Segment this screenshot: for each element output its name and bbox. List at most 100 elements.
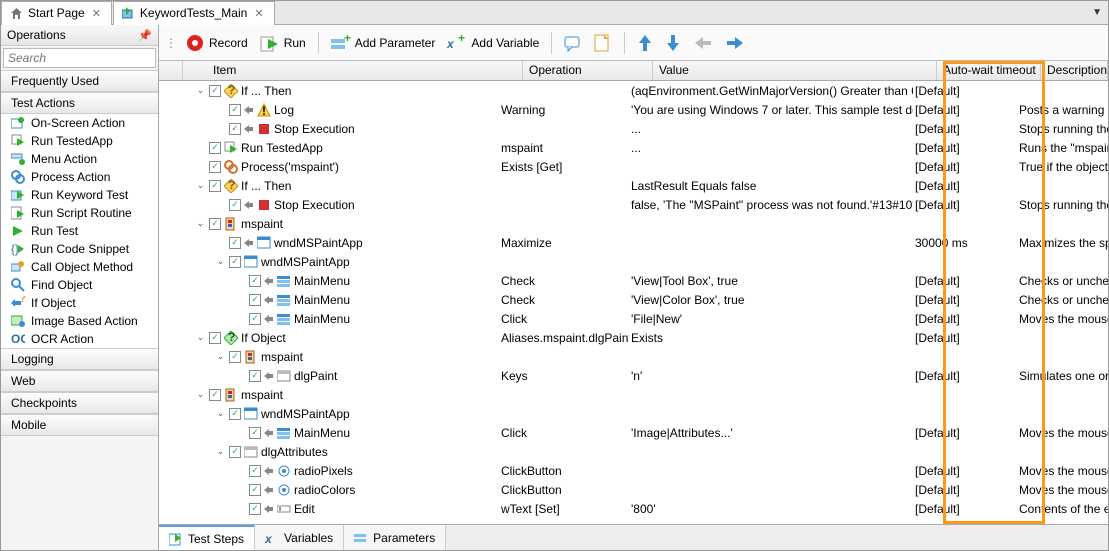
table-row[interactable]: ⌄✓wndMSPaintApp	[159, 404, 1108, 423]
op-item[interactable]: Call Object Method	[1, 258, 158, 276]
op-item[interactable]: ?If Object	[1, 294, 158, 312]
op-item[interactable]: Menu Action	[1, 150, 158, 168]
tab-test-steps[interactable]: Test Steps	[159, 525, 255, 550]
op-item[interactable]: Process Action	[1, 168, 158, 186]
checkbox[interactable]: ✓	[229, 237, 241, 249]
table-row[interactable]: ✓radioPixelsClickButton[Default]Moves th…	[159, 461, 1108, 480]
op-item[interactable]: Find Object	[1, 276, 158, 294]
pin-icon[interactable]: 📌	[138, 29, 152, 42]
checkbox[interactable]: ✓	[229, 256, 241, 268]
op-item[interactable]: Run Keyword Test	[1, 186, 158, 204]
checkbox[interactable]: ✓	[249, 484, 261, 496]
table-row[interactable]: ⌄✓?If ... Then(aqEnvironment.GetWinMajor…	[159, 81, 1108, 100]
col-operation[interactable]: Operation	[523, 61, 653, 80]
table-row[interactable]: ✓radioColorsClickButton[Default]Moves th…	[159, 480, 1108, 499]
expander-icon[interactable]: ⌄	[195, 218, 206, 229]
col-description[interactable]: Description	[1041, 61, 1108, 80]
checkbox[interactable]: ✓	[249, 503, 261, 515]
table-row[interactable]: ⌄✓dlgAttributes	[159, 442, 1108, 461]
expander-icon[interactable]: ⌄	[195, 180, 206, 191]
cat-checkpoints[interactable]: Checkpoints	[1, 392, 158, 414]
op-item[interactable]: {}Run Code Snippet	[1, 240, 158, 258]
table-row[interactable]: ✓MainMenuClick'Image|Attributes...'[Defa…	[159, 423, 1108, 442]
checkbox[interactable]: ✓	[249, 275, 261, 287]
tab-keywordtests-main[interactable]: KeywordTests_Main ✕	[113, 1, 275, 25]
move-up-button[interactable]	[633, 31, 657, 55]
col-value[interactable]: Value	[653, 61, 937, 80]
checkbox[interactable]: ✓	[209, 161, 221, 173]
close-icon[interactable]: ✕	[252, 7, 265, 20]
search-input[interactable]	[3, 48, 156, 68]
checkbox[interactable]: ✓	[249, 313, 261, 325]
checkbox[interactable]: ✓	[229, 123, 241, 135]
checkbox[interactable]: ✓	[249, 465, 261, 477]
checkbox[interactable]: ✓	[249, 294, 261, 306]
checkbox[interactable]: ✓	[249, 427, 261, 439]
table-row[interactable]: ⌄✓mspaint	[159, 214, 1108, 233]
close-icon[interactable]: ✕	[90, 7, 103, 20]
checkbox[interactable]: ✓	[209, 389, 221, 401]
col-item[interactable]: Item	[183, 61, 523, 80]
table-row[interactable]: ⌄✓?If ObjectAliases.mspaint.dlgPaintExis…	[159, 328, 1108, 347]
table-row[interactable]: ✓dlgPaintKeys'n'[Default]Simulates one o…	[159, 366, 1108, 385]
record-button[interactable]: Record	[181, 31, 252, 55]
tab-variables[interactable]: x Variables	[255, 525, 344, 550]
expander-icon[interactable]: ⌄	[215, 408, 226, 419]
checkbox[interactable]: ✓	[229, 446, 241, 458]
table-row[interactable]: ✓EditwText [Set]'800'[Default]Contents o…	[159, 499, 1108, 518]
table-row[interactable]: ✓Stop Executionfalse, 'The "MSPaint" pro…	[159, 195, 1108, 214]
expander-icon[interactable]: ⌄	[215, 256, 226, 267]
chevron-down-icon[interactable]: ▼	[1092, 7, 1102, 18]
checkbox[interactable]: ✓	[229, 199, 241, 211]
checkbox[interactable]: ✓	[249, 370, 261, 382]
cat-logging[interactable]: Logging	[1, 348, 158, 370]
op-item[interactable]: Image Based Action	[1, 312, 158, 330]
table-row[interactable]: ✓Run TestedAppmspaint...[Default]Runs th…	[159, 138, 1108, 157]
col-autowait[interactable]: Auto-wait timeout	[937, 61, 1041, 80]
checkbox[interactable]: ✓	[209, 142, 221, 154]
checkbox[interactable]: ✓	[209, 218, 221, 230]
cat-web[interactable]: Web	[1, 370, 158, 392]
checkbox[interactable]: ✓	[229, 408, 241, 420]
table-row[interactable]: ✓MainMenuClick'File|New'[Default]Moves t…	[159, 309, 1108, 328]
checkbox[interactable]: ✓	[229, 104, 241, 116]
add-parameter-button[interactable]: + Add Parameter	[327, 31, 440, 55]
tab-parameters[interactable]: Parameters	[344, 525, 446, 550]
table-row[interactable]: ✓!LogWarning'You are using Windows 7 or …	[159, 100, 1108, 119]
op-item[interactable]: Run Test	[1, 222, 158, 240]
tab-start-page[interactable]: Start Page ✕	[1, 1, 112, 25]
table-row[interactable]: ⌄✓mspaint	[159, 385, 1108, 404]
checkbox[interactable]: ✓	[209, 180, 221, 192]
table-row[interactable]: ✓Process('mspaint')Exists [Get][Default]…	[159, 157, 1108, 176]
expander-icon[interactable]: ⌄	[215, 446, 226, 457]
table-row[interactable]: ⌄✓?If ... ThenLastResult Equals false[De…	[159, 176, 1108, 195]
run-button[interactable]: Run	[256, 31, 310, 55]
cat-mobile[interactable]: Mobile	[1, 414, 158, 436]
expander-icon[interactable]: ⌄	[195, 332, 206, 343]
expander-icon[interactable]: ⌄	[195, 389, 206, 400]
op-item[interactable]: On-Screen Action	[1, 114, 158, 132]
cat-test-actions[interactable]: Test Actions	[1, 92, 158, 114]
outdent-button[interactable]	[689, 33, 717, 53]
op-item[interactable]: OCROCR Action	[1, 330, 158, 348]
cat-frequently-used[interactable]: Frequently Used	[1, 70, 158, 92]
table-row[interactable]: ⌄✓wndMSPaintApp	[159, 252, 1108, 271]
checkbox[interactable]: ✓	[209, 332, 221, 344]
table-row[interactable]: ✓MainMenuCheck'View|Tool Box', true[Defa…	[159, 271, 1108, 290]
table-row[interactable]: ✓MainMenuCheck'View|Color Box', true[Def…	[159, 290, 1108, 309]
table-row[interactable]: ⌄✓mspaint	[159, 347, 1108, 366]
comment-button[interactable]	[560, 32, 586, 54]
note-button[interactable]	[590, 32, 616, 54]
grip-icon[interactable]: ⋮	[165, 36, 177, 50]
grid-body[interactable]: ⌄✓?If ... Then(aqEnvironment.GetWinMajor…	[159, 81, 1108, 524]
expander-icon[interactable]: ⌄	[215, 351, 226, 362]
op-item[interactable]: Run Script Routine	[1, 204, 158, 222]
op-item[interactable]: Run TestedApp	[1, 132, 158, 150]
checkbox[interactable]: ✓	[229, 351, 241, 363]
table-row[interactable]: ✓wndMSPaintAppMaximize30000 msMaximizes …	[159, 233, 1108, 252]
move-down-button[interactable]	[661, 31, 685, 55]
add-variable-button[interactable]: x+ Add Variable	[443, 31, 543, 55]
expander-icon[interactable]: ⌄	[195, 85, 206, 96]
indent-button[interactable]	[721, 33, 749, 53]
checkbox[interactable]: ✓	[209, 85, 221, 97]
